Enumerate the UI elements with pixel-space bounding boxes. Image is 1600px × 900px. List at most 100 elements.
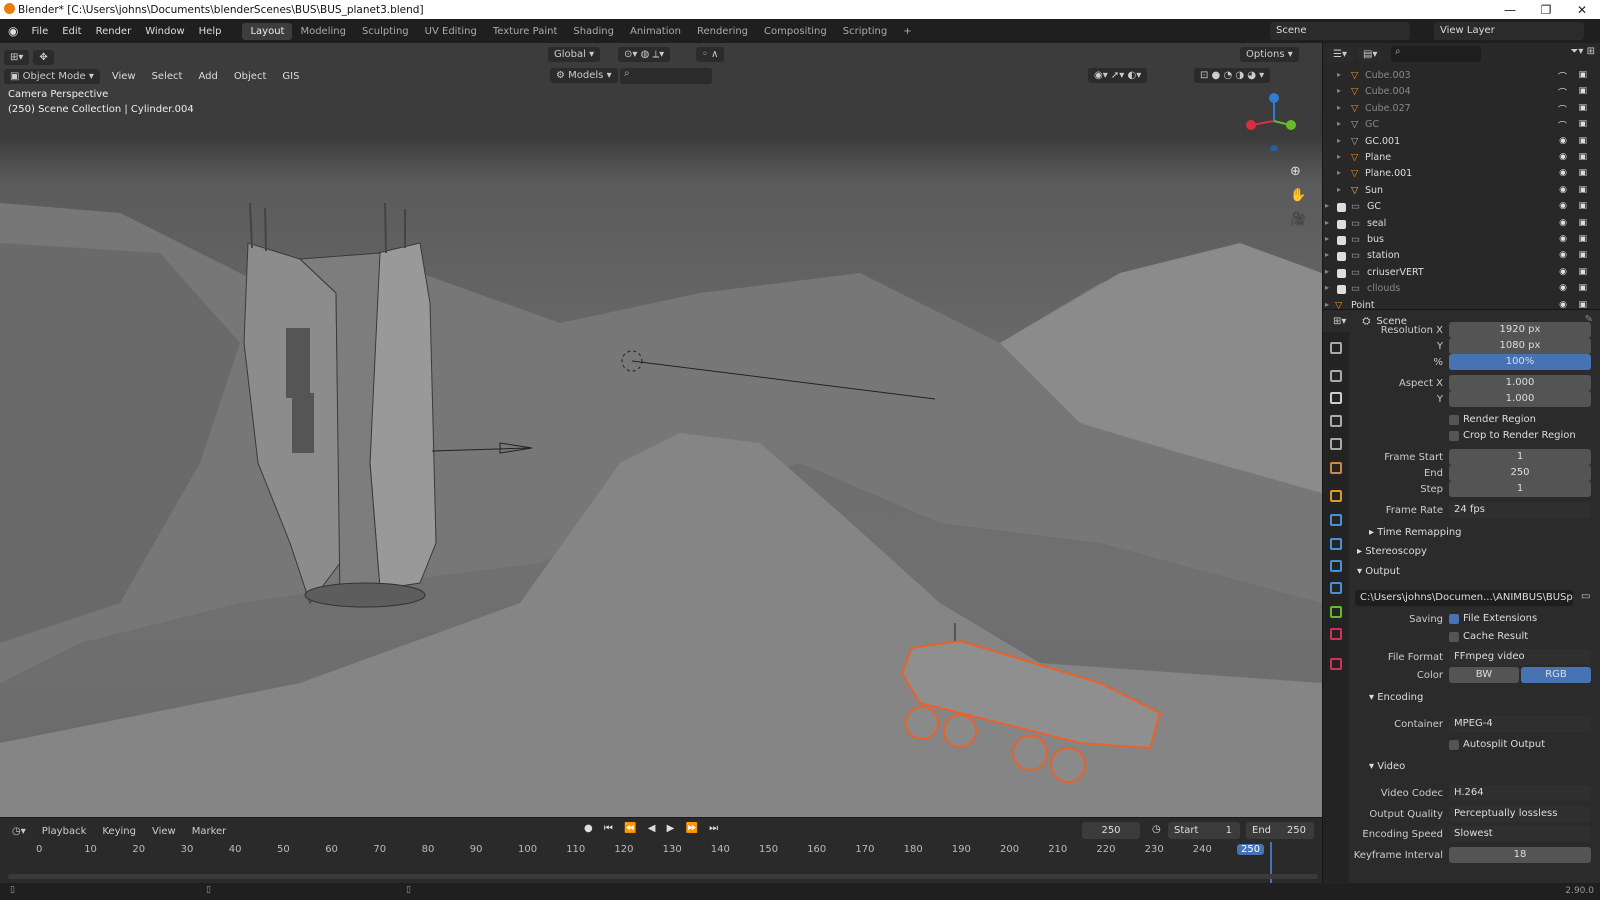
eye-icon[interactable]: ◉ — [1559, 234, 1567, 244]
properties-tab-icon[interactable] — [1330, 342, 1342, 354]
expand-arrow-icon[interactable]: ▸ — [1337, 86, 1341, 95]
video-panel[interactable]: ▾ Video — [1349, 761, 1600, 779]
visibility-checkbox[interactable] — [1337, 252, 1346, 262]
menu-edit[interactable]: Edit — [55, 26, 88, 37]
zoom-icon[interactable]: ⊕ — [1290, 160, 1306, 184]
expand-arrow-icon[interactable]: ▸ — [1337, 119, 1341, 128]
menu-help[interactable]: Help — [192, 26, 229, 37]
cache-result-checkbox[interactable] — [1449, 632, 1459, 642]
output-quality-field[interactable]: Perceptually lossless — [1449, 806, 1591, 822]
outliner-row-cube-003[interactable]: ▸ ▽ Cube.003 ⌒ ▣ — [1323, 69, 1600, 85]
minimize-button[interactable]: — — [1492, 0, 1528, 19]
outliner-row-gc[interactable]: ▸ ▽ GC ⌒ ▣ — [1323, 118, 1600, 134]
eye-icon[interactable]: ⌒ — [1558, 70, 1567, 83]
expand-arrow-icon[interactable]: ▸ — [1337, 103, 1341, 112]
eye-icon[interactable]: ◉ — [1559, 218, 1567, 228]
properties-tab-icon[interactable] — [1330, 606, 1342, 618]
properties-tab-icon[interactable] — [1330, 438, 1342, 450]
outliner-row-cube-027[interactable]: ▸ ▽ Cube.027 ⌒ ▣ — [1323, 102, 1600, 118]
render-region[interactable]: Render Region — [1349, 412, 1600, 429]
autosplit-output-checkbox[interactable] — [1449, 740, 1459, 750]
expand-arrow-icon[interactable]: ▸ — [1337, 70, 1341, 79]
eye-icon[interactable]: ◉ — [1559, 136, 1567, 146]
frame-step-field[interactable]: 1 — [1449, 481, 1591, 497]
outliner-row-plane-001[interactable]: ▸ ▽ Plane.001 ◉ ▣ — [1323, 167, 1600, 183]
tab-shading[interactable]: Shading — [565, 23, 622, 40]
eye-icon[interactable]: ⌒ — [1558, 86, 1567, 99]
crop-to-render-region[interactable]: Crop to Render Region — [1349, 428, 1600, 445]
outliner-row-seal[interactable]: ▸ ▭ seal ◉ ▣ — [1323, 217, 1600, 233]
blender-menu-icon[interactable]: ◉ — [8, 24, 18, 38]
visibility-checkbox[interactable] — [1337, 268, 1346, 278]
file-format-field[interactable]: FFmpeg video — [1449, 649, 1591, 665]
render-camera-icon[interactable]: ▣ — [1578, 250, 1587, 260]
tab-compositing[interactable]: Compositing — [756, 23, 835, 40]
tab-scripting[interactable]: Scripting — [835, 23, 895, 40]
output-path[interactable]: C:\Users\johns\Documen...\ANIMBUS\BUSpLA… — [1355, 590, 1583, 607]
render-camera-icon[interactable]: ▣ — [1578, 136, 1587, 146]
outliner-editor-icon[interactable]: ☰▾ — [1327, 46, 1353, 62]
eye-icon[interactable]: ◉ — [1559, 185, 1567, 195]
tab-texture-paint[interactable]: Texture Paint — [485, 23, 566, 40]
time-remapping-panel[interactable]: ▸ Time Remapping — [1349, 527, 1600, 545]
frame-start-field[interactable]: 1 — [1449, 449, 1591, 465]
video-codec-field[interactable]: H.264 — [1449, 785, 1591, 801]
tab-sculpting[interactable]: Sculpting — [354, 23, 417, 40]
visibility-checkbox[interactable] — [1337, 285, 1346, 295]
outliner-row-gc[interactable]: ▸ ▭ GC ◉ ▣ — [1323, 200, 1600, 216]
3d-viewport[interactable]: ⊞▾ ✥ Global ▾ ⊙▾ ◍ ⟂▾ ◦ ∧ Options ▾ ▣ Ob… — [0, 43, 1322, 817]
bw-button[interactable]: BW — [1449, 667, 1519, 683]
expand-arrow-icon[interactable]: ▸ — [1325, 250, 1329, 259]
render-camera-icon[interactable]: ▣ — [1578, 70, 1587, 80]
expand-arrow-icon[interactable]: ▸ — [1337, 168, 1341, 177]
frame-rate-field[interactable]: 24 fps — [1449, 502, 1591, 518]
filter-icon[interactable]: ⏷▾ ⊞ — [1570, 46, 1595, 57]
properties-tab-icon[interactable] — [1330, 628, 1342, 640]
properties-tab-icon[interactable] — [1330, 392, 1342, 404]
file-extensions[interactable]: File Extensions — [1349, 611, 1600, 628]
render-camera-icon[interactable]: ▣ — [1578, 119, 1587, 129]
menu-render[interactable]: Render — [89, 26, 139, 37]
outliner-row-cube-004[interactable]: ▸ ▽ Cube.004 ⌒ ▣ — [1323, 85, 1600, 101]
tab-modeling[interactable]: Modeling — [292, 23, 354, 40]
expand-arrow-icon[interactable]: ▸ — [1325, 201, 1329, 210]
expand-arrow-icon[interactable]: ▸ — [1325, 218, 1329, 227]
properties-tab-icon[interactable] — [1330, 658, 1342, 670]
render-camera-icon[interactable]: ▣ — [1578, 234, 1587, 244]
properties-tab-icon[interactable] — [1330, 462, 1342, 474]
tab-animation[interactable]: Animation — [622, 23, 689, 40]
eye-icon[interactable]: ◉ — [1559, 283, 1567, 293]
eye-icon[interactable]: ◉ — [1559, 168, 1567, 178]
eye-icon[interactable]: ◉ — [1559, 201, 1567, 211]
eye-icon[interactable]: ⌒ — [1558, 103, 1567, 116]
render-camera-icon[interactable]: ▣ — [1578, 185, 1587, 195]
expand-arrow-icon[interactable]: ▸ — [1325, 300, 1329, 309]
camera-view-icon[interactable]: 🎥 — [1290, 208, 1306, 232]
render-camera-icon[interactable]: ▣ — [1578, 283, 1587, 293]
render-camera-icon[interactable]: ▣ — [1578, 267, 1587, 277]
properties-tab-icon[interactable] — [1330, 370, 1342, 382]
outliner-row-cllouds[interactable]: ▸ ▭ cllouds ◉ ▣ — [1323, 282, 1600, 298]
properties-tab-icon[interactable] — [1330, 538, 1342, 550]
properties-tab-icon[interactable] — [1330, 490, 1342, 502]
tab-rendering[interactable]: Rendering — [689, 23, 756, 40]
render-camera-icon[interactable]: ▣ — [1578, 201, 1587, 211]
rgb-button[interactable]: RGB — [1521, 667, 1591, 683]
render-camera-icon[interactable]: ▣ — [1578, 152, 1587, 162]
eye-icon[interactable]: ◉ — [1559, 267, 1567, 277]
menu-window[interactable]: Window — [138, 26, 191, 37]
properties-tab-icon[interactable] — [1330, 560, 1342, 572]
expand-arrow-icon[interactable]: ▸ — [1337, 185, 1341, 194]
expand-arrow-icon[interactable]: ▸ — [1325, 283, 1329, 292]
visibility-checkbox[interactable] — [1337, 236, 1346, 245]
timeline-scrollbar[interactable] — [8, 874, 1318, 879]
tab-uv-editing[interactable]: UV Editing — [417, 23, 485, 40]
folder-icon[interactable]: ▭ — [1581, 591, 1590, 602]
outliner-row-criuservert[interactable]: ▸ ▭ criuserVERT ◉ ▣ — [1323, 266, 1600, 282]
frame-end-field[interactable]: 250 — [1449, 465, 1591, 481]
file-extensions-checkbox[interactable] — [1449, 614, 1459, 624]
resolution-percent-field[interactable]: 100% — [1449, 354, 1591, 370]
outliner-row-sun[interactable]: ▸ ▽ Sun ◉ ▣ — [1323, 184, 1600, 200]
menu-file[interactable]: File — [24, 26, 55, 37]
aspect-y-field[interactable]: 1.000 — [1449, 391, 1591, 407]
